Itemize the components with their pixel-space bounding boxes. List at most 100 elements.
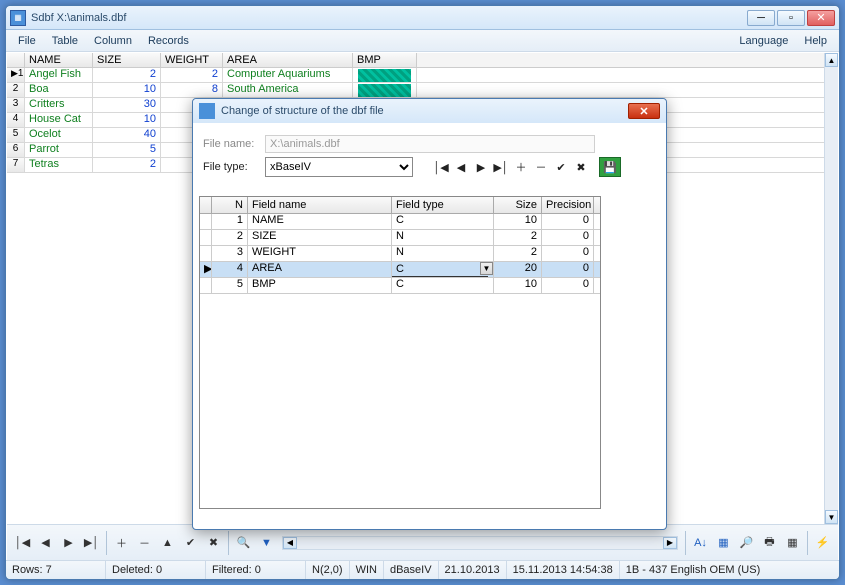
structure-row[interactable]: 2SIZEN20 [200, 230, 600, 246]
cell-field-name[interactable]: SIZE [248, 230, 392, 245]
cell-name[interactable]: Critters [25, 98, 93, 112]
structure-row[interactable]: 1NAMEC100 [200, 214, 600, 230]
dgh-size[interactable]: Size [494, 197, 542, 213]
cell-size[interactable]: 10 [93, 83, 161, 97]
edit-icon[interactable]: ▲ [157, 532, 178, 553]
cell-bmp[interactable] [353, 83, 417, 97]
remove-icon[interactable]: － [134, 532, 155, 553]
cell-size[interactable]: 10 [494, 278, 542, 293]
structure-icon[interactable]: ▦ [713, 532, 734, 553]
nav-prev-icon[interactable]: ◀ [35, 532, 56, 553]
save-button[interactable]: 💾 [599, 157, 621, 177]
menu-language[interactable]: Language [731, 32, 796, 50]
cell-precision[interactable]: 0 [542, 262, 594, 277]
table-row[interactable]: ▶1Angel Fish22Computer Aquariums [7, 68, 825, 83]
cell-size[interactable]: 2 [494, 246, 542, 261]
col-area[interactable]: AREA [223, 53, 353, 67]
cell-field-type[interactable]: C [392, 214, 494, 229]
cell-precision[interactable]: 0 [542, 246, 594, 261]
menu-records[interactable]: Records [140, 32, 197, 50]
dlg-nav-last-icon[interactable]: ▶│ [491, 157, 511, 177]
structure-row[interactable]: ▶4AREAC▼N - NumericC - CharacterD - Date… [200, 262, 600, 278]
dlg-nav-first-icon[interactable]: │◀ [431, 157, 451, 177]
dlg-nav-next-icon[interactable]: ▶ [471, 157, 491, 177]
cell-size[interactable]: 2 [494, 230, 542, 245]
sort-icon[interactable]: A↓ [690, 532, 711, 553]
cell-field-name[interactable]: AREA [248, 262, 392, 277]
dlg-nav-prev-icon[interactable]: ◀ [451, 157, 471, 177]
dlg-add-icon[interactable]: ＋ [511, 157, 531, 177]
dgh-precision[interactable]: Precision [542, 197, 594, 213]
cell-size[interactable]: 5 [93, 143, 161, 157]
nav-next-icon[interactable]: ▶ [58, 532, 79, 553]
cell-area[interactable]: South America [223, 83, 353, 97]
cell-size[interactable]: 40 [93, 128, 161, 142]
menu-file[interactable]: File [10, 32, 44, 50]
horizontal-scrollbar[interactable]: ◀ ▶ [282, 536, 678, 550]
menu-table[interactable]: Table [44, 32, 86, 50]
dlg-remove-icon[interactable]: － [531, 157, 551, 177]
cell-size[interactable]: 2 [93, 158, 161, 172]
col-bmp[interactable]: BMP [353, 53, 417, 67]
cell-name[interactable]: Tetras [25, 158, 93, 172]
cell-name[interactable]: Angel Fish [25, 68, 93, 82]
preview-icon[interactable]: 🔎 [736, 532, 757, 553]
col-weight[interactable]: WEIGHT [161, 53, 223, 67]
cell-area[interactable]: Computer Aquariums [223, 68, 353, 82]
dgh-field-name[interactable]: Field name [248, 197, 392, 213]
cell-weight[interactable]: 2 [161, 68, 223, 82]
menu-column[interactable]: Column [86, 32, 140, 50]
file-type-select[interactable]: xBaseIV [265, 157, 413, 177]
structure-row[interactable]: 3WEIGHTN20 [200, 246, 600, 262]
dgh-n[interactable]: N [212, 197, 248, 213]
cell-name[interactable]: Boa [25, 83, 93, 97]
cell-field-name[interactable]: BMP [248, 278, 392, 293]
table-row[interactable]: 2Boa108South America [7, 83, 825, 98]
dlg-cancel-icon[interactable]: ✖ [571, 157, 591, 177]
structure-grid[interactable]: N Field name Field type Size Precision 1… [199, 196, 601, 509]
scroll-right-button[interactable]: ▶ [663, 537, 677, 549]
cell-precision[interactable]: 0 [542, 230, 594, 245]
cancel-icon[interactable]: ✖ [203, 532, 224, 553]
menu-help[interactable]: Help [796, 32, 835, 50]
cell-size[interactable]: 10 [93, 113, 161, 127]
scroll-left-button[interactable]: ◀ [283, 537, 297, 549]
cell-size[interactable]: 10 [494, 214, 542, 229]
cell-name[interactable]: Parrot [25, 143, 93, 157]
cell-field-type[interactable]: N [392, 246, 494, 261]
lightning-icon[interactable]: ⚡ [812, 532, 833, 553]
type-dropdown[interactable]: N - NumericC - CharacterD - DateL - Logi… [392, 276, 488, 277]
cell-weight[interactable]: 8 [161, 83, 223, 97]
cell-precision[interactable]: 0 [542, 278, 594, 293]
nav-last-icon[interactable]: ▶│ [81, 532, 102, 553]
cell-field-type[interactable]: C [392, 278, 494, 293]
dialog-close-button[interactable]: ✕ [628, 103, 660, 119]
vertical-scrollbar[interactable]: ▲ ▼ [824, 53, 838, 524]
add-icon[interactable]: ＋ [111, 532, 132, 553]
find-icon[interactable]: 🔍 [233, 532, 254, 553]
scroll-down-button[interactable]: ▼ [825, 510, 838, 524]
col-size[interactable]: SIZE [93, 53, 161, 67]
cell-bmp[interactable] [353, 68, 417, 82]
post-icon[interactable]: ✔ [180, 532, 201, 553]
cell-field-name[interactable]: NAME [248, 214, 392, 229]
dlg-post-icon[interactable]: ✔ [551, 157, 571, 177]
col-name[interactable]: NAME [25, 53, 93, 67]
cell-precision[interactable]: 0 [542, 214, 594, 229]
print-icon[interactable]: 🖶 [759, 532, 780, 553]
maximize-button[interactable]: ▫ [777, 10, 805, 26]
cell-field-type[interactable]: N [392, 230, 494, 245]
cell-size[interactable]: 30 [93, 98, 161, 112]
dgh-field-type[interactable]: Field type [392, 197, 494, 213]
scroll-up-button[interactable]: ▲ [825, 53, 838, 67]
cell-name[interactable]: House Cat [25, 113, 93, 127]
nav-first-icon[interactable]: │◀ [12, 532, 33, 553]
cell-field-name[interactable]: WEIGHT [248, 246, 392, 261]
export-icon[interactable]: ▦ [782, 532, 803, 553]
close-button[interactable]: ✕ [807, 10, 835, 26]
cell-field-type[interactable]: C▼N - NumericC - CharacterD - DateL - Lo… [392, 262, 494, 277]
dropdown-button[interactable]: ▼ [480, 262, 493, 275]
cell-name[interactable]: Ocelot [25, 128, 93, 142]
cell-size[interactable]: 20 [494, 262, 542, 277]
filter-icon[interactable]: ▼ [256, 532, 277, 553]
